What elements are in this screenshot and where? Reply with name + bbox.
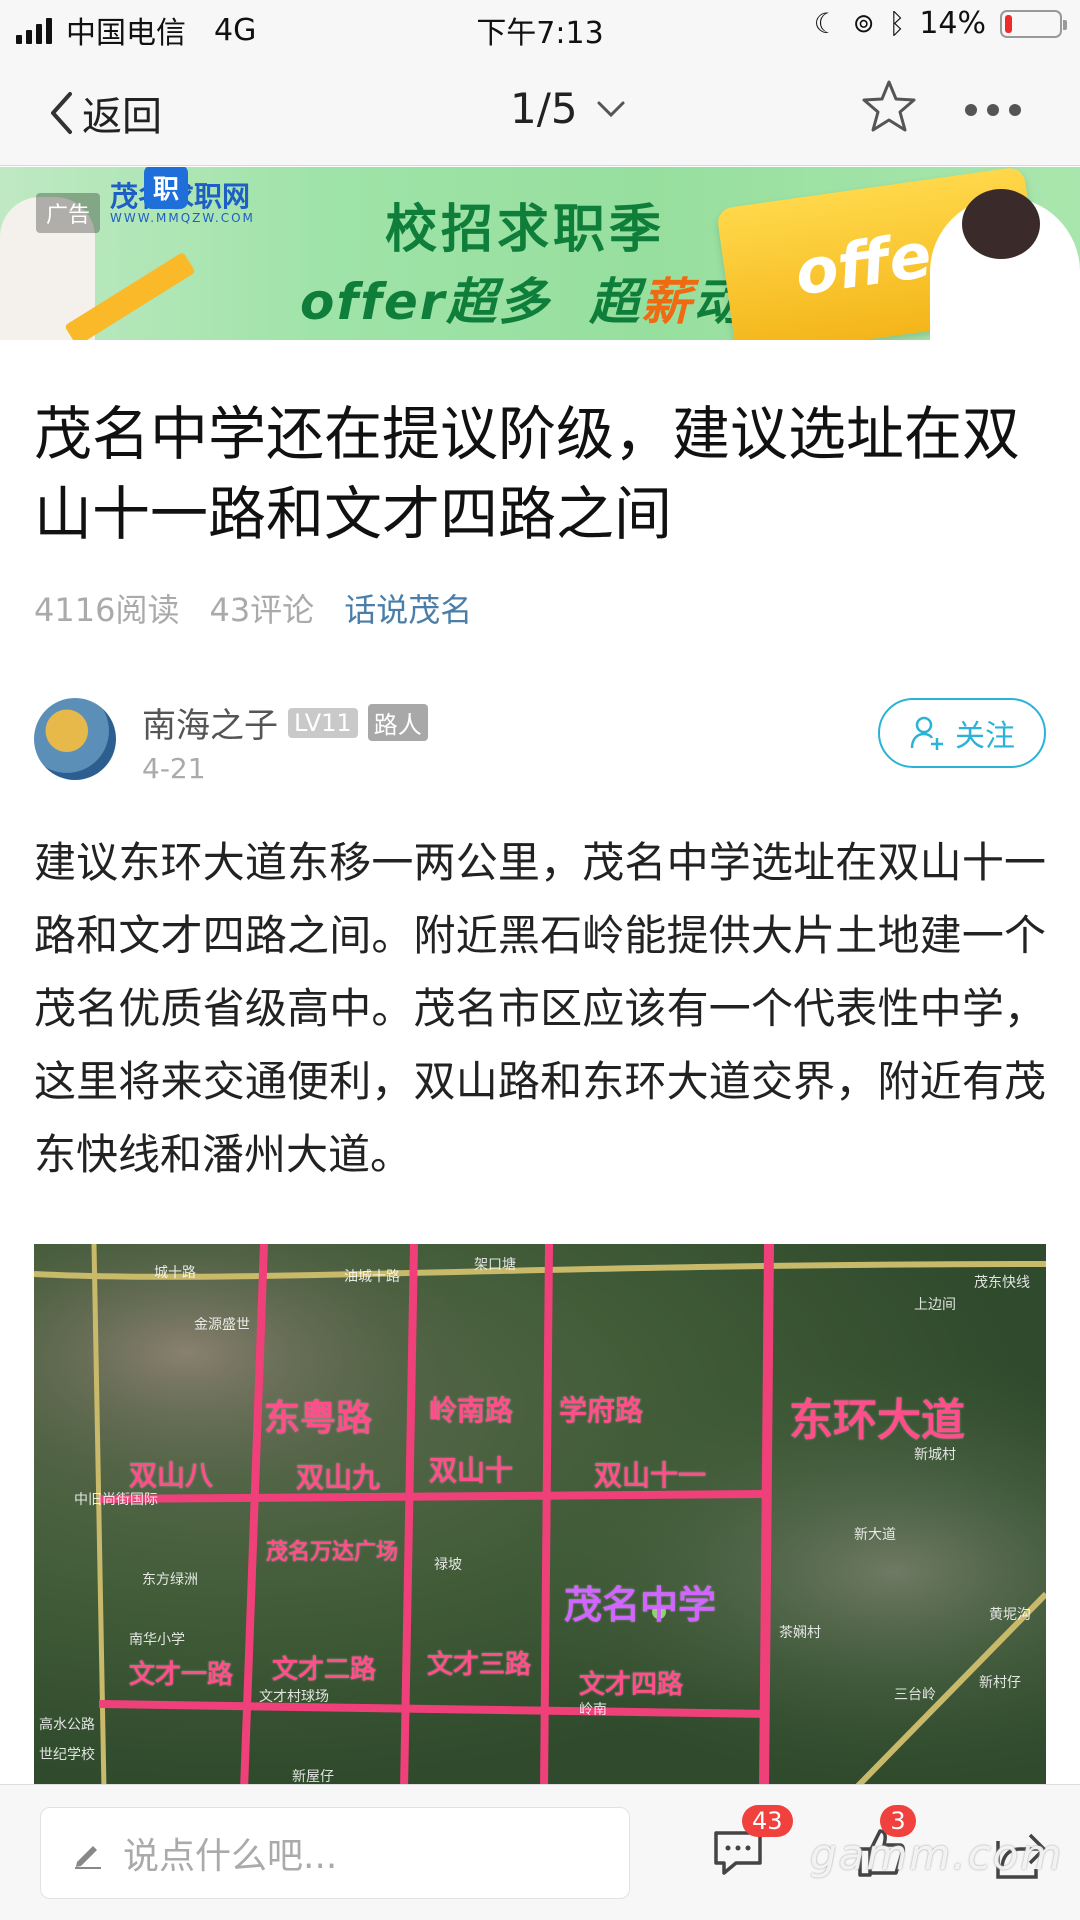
article-title: 茂名中学还在提议阶级，建议选址在双山十一路和文才四路之间 xyxy=(34,400,1021,548)
battery-level xyxy=(1005,14,1012,33)
map-label-wencai1: 文才一路 xyxy=(129,1660,234,1690)
favorite-star-icon[interactable] xyxy=(860,78,918,136)
chevron-left-icon xyxy=(51,92,72,134)
role-badge: 路人 xyxy=(367,704,428,741)
map-small-label: 黄坭沟 xyxy=(989,1607,1031,1623)
battery-icon xyxy=(1000,9,1067,38)
article-page: 中国电信 4G 下午7:13 ☾ ⊚ ᛒ 14% 返回 1/5 广告 职 WWW… xyxy=(0,0,1080,1920)
satellite-map-image[interactable]: 东环大道 东粤路 岭南路 学府路 双山八 双山九 双山十 双山十一 茂名万达广场… xyxy=(34,1244,1046,1790)
add-user-icon xyxy=(910,716,943,750)
map-label-wanda: 茂名万达广场 xyxy=(266,1540,399,1565)
map-small-label: 新屋仔 xyxy=(292,1769,334,1785)
read-count: 4116阅读 xyxy=(34,591,180,629)
ad-logo: 职 茂名求职网 WWW.MMQZW.COM xyxy=(110,167,255,225)
map-label-shuangshan10: 双山十 xyxy=(429,1454,514,1487)
ad-subline-hot: 薪 xyxy=(641,273,694,331)
author-name-row: 南海之子 LV11 路人 xyxy=(142,698,428,747)
map-small-label: 城十路 xyxy=(154,1265,196,1281)
map-small-label: 新城村 xyxy=(914,1447,956,1463)
ad-brand-url: WWW.MMQZW.COM xyxy=(110,211,255,225)
follow-label: 关注 xyxy=(955,719,1015,754)
level-badge: LV11 xyxy=(288,707,358,738)
comment-placeholder: 说点什么吧... xyxy=(123,1836,338,1877)
map-label-lingnan: 岭南路 xyxy=(429,1394,514,1427)
map-small-label: 三台岭 xyxy=(894,1687,936,1703)
signal-icon xyxy=(16,16,52,44)
map-small-label: 茶娴村 xyxy=(779,1625,821,1641)
map-small-label: 高水公路 xyxy=(39,1717,95,1733)
comments-button[interactable]: 43 xyxy=(708,1805,793,1883)
map-small-label: 世纪学校 xyxy=(39,1747,95,1763)
battery-percent: 14% xyxy=(919,6,986,41)
map-small-label: 新村仔 xyxy=(979,1675,1021,1691)
avatar[interactable] xyxy=(34,698,116,780)
author-row: 南海之子 LV11 路人 4-21 关注 xyxy=(34,698,1046,785)
map-roads xyxy=(34,1244,1046,1790)
bluetooth-icon: ᛒ xyxy=(888,7,906,40)
map-label-shuangshan8: 双山八 xyxy=(129,1459,214,1492)
topic-link[interactable]: 话说茂名 xyxy=(344,585,472,631)
back-label: 返回 xyxy=(82,94,162,140)
ad-tag: 广告 xyxy=(36,193,101,233)
article-body: 建议东环大道东移一两公里，茂名中学选址在双山十一路和文才四路之间。附近黑石岭能提… xyxy=(34,838,1046,1179)
comment-count: 43评论 xyxy=(209,591,315,629)
article-meta: 4116阅读 43评论 话说茂名 xyxy=(34,585,472,631)
moon-icon: ☾ xyxy=(813,7,839,40)
back-button[interactable]: 返回 xyxy=(48,84,162,142)
carrier-label: 中国电信 xyxy=(66,16,186,51)
map-small-label: 岭南 xyxy=(579,1702,607,1718)
more-options-icon[interactable] xyxy=(965,104,1021,116)
ad-banner[interactable]: 广告 职 茂名求职网 WWW.MMQZW.COM 校招求职季 offer超多 超… xyxy=(0,167,1080,340)
map-label-wencai4: 文才四路 xyxy=(579,1670,684,1700)
ad-subline-a: offer超多 xyxy=(300,273,551,331)
map-small-label: 上边间 xyxy=(914,1297,956,1313)
map-small-label: 新大道 xyxy=(854,1527,896,1543)
ad-subline: offer超多 超薪动 xyxy=(300,262,745,334)
map-label-school: 茂名中学 xyxy=(564,1583,717,1627)
comment-input[interactable]: 说点什么吧... xyxy=(40,1807,630,1899)
map-small-label: 金源盛世 xyxy=(194,1317,250,1333)
map-label-shuangshan11: 双山十一 xyxy=(594,1459,707,1492)
ad-logo-badge: 职 xyxy=(144,167,188,209)
map-label-east-ring: 东环大道 xyxy=(789,1395,965,1446)
ad-headline: 校招求职季 xyxy=(385,200,666,260)
map-label-shuangshan9: 双山九 xyxy=(296,1461,381,1494)
map-small-label: 中旧尚街国际 xyxy=(74,1492,158,1508)
pencil-icon xyxy=(75,1846,101,1869)
status-right: ☾ ⊚ ᛒ 14% xyxy=(813,6,1067,41)
map-small-label: 禄坡 xyxy=(434,1557,462,1573)
map-small-label: 文才村球场 xyxy=(259,1689,329,1705)
network-label: 4G xyxy=(214,12,257,48)
map-small-label: 茂东快线 xyxy=(974,1275,1030,1291)
pager-label: 1/5 xyxy=(510,84,578,133)
ad-subline-b: 超 xyxy=(589,273,642,331)
page-selector[interactable]: 1/5 xyxy=(510,84,626,133)
map-label-dongyue: 东粤路 xyxy=(264,1398,373,1439)
follow-button[interactable]: 关注 xyxy=(878,698,1046,768)
author-name[interactable]: 南海之子 xyxy=(142,698,278,747)
map-label-wencai2: 文才二路 xyxy=(272,1655,377,1685)
rotation-lock-icon: ⊚ xyxy=(852,8,875,39)
watermark: gamm.com xyxy=(810,1830,1064,1879)
map-label-wencai3: 文才三路 xyxy=(427,1650,532,1680)
map-label-xuefu: 学府路 xyxy=(559,1394,644,1427)
post-date: 4-21 xyxy=(142,752,206,785)
ad-illustration-right xyxy=(930,189,1080,340)
map-small-label: 油城十路 xyxy=(344,1269,400,1285)
nav-bar: 返回 1/5 xyxy=(0,54,1080,166)
chevron-down-icon xyxy=(597,101,625,117)
status-left: 中国电信 4G xyxy=(16,8,256,52)
comments-badge: 43 xyxy=(742,1805,793,1837)
map-small-label: 架口塘 xyxy=(474,1257,516,1273)
map-small-label: 东方绿洲 xyxy=(142,1572,198,1588)
map-small-label: 南华小学 xyxy=(129,1632,185,1648)
status-bar: 中国电信 4G 下午7:13 ☾ ⊚ ᛒ 14% xyxy=(0,0,1080,54)
